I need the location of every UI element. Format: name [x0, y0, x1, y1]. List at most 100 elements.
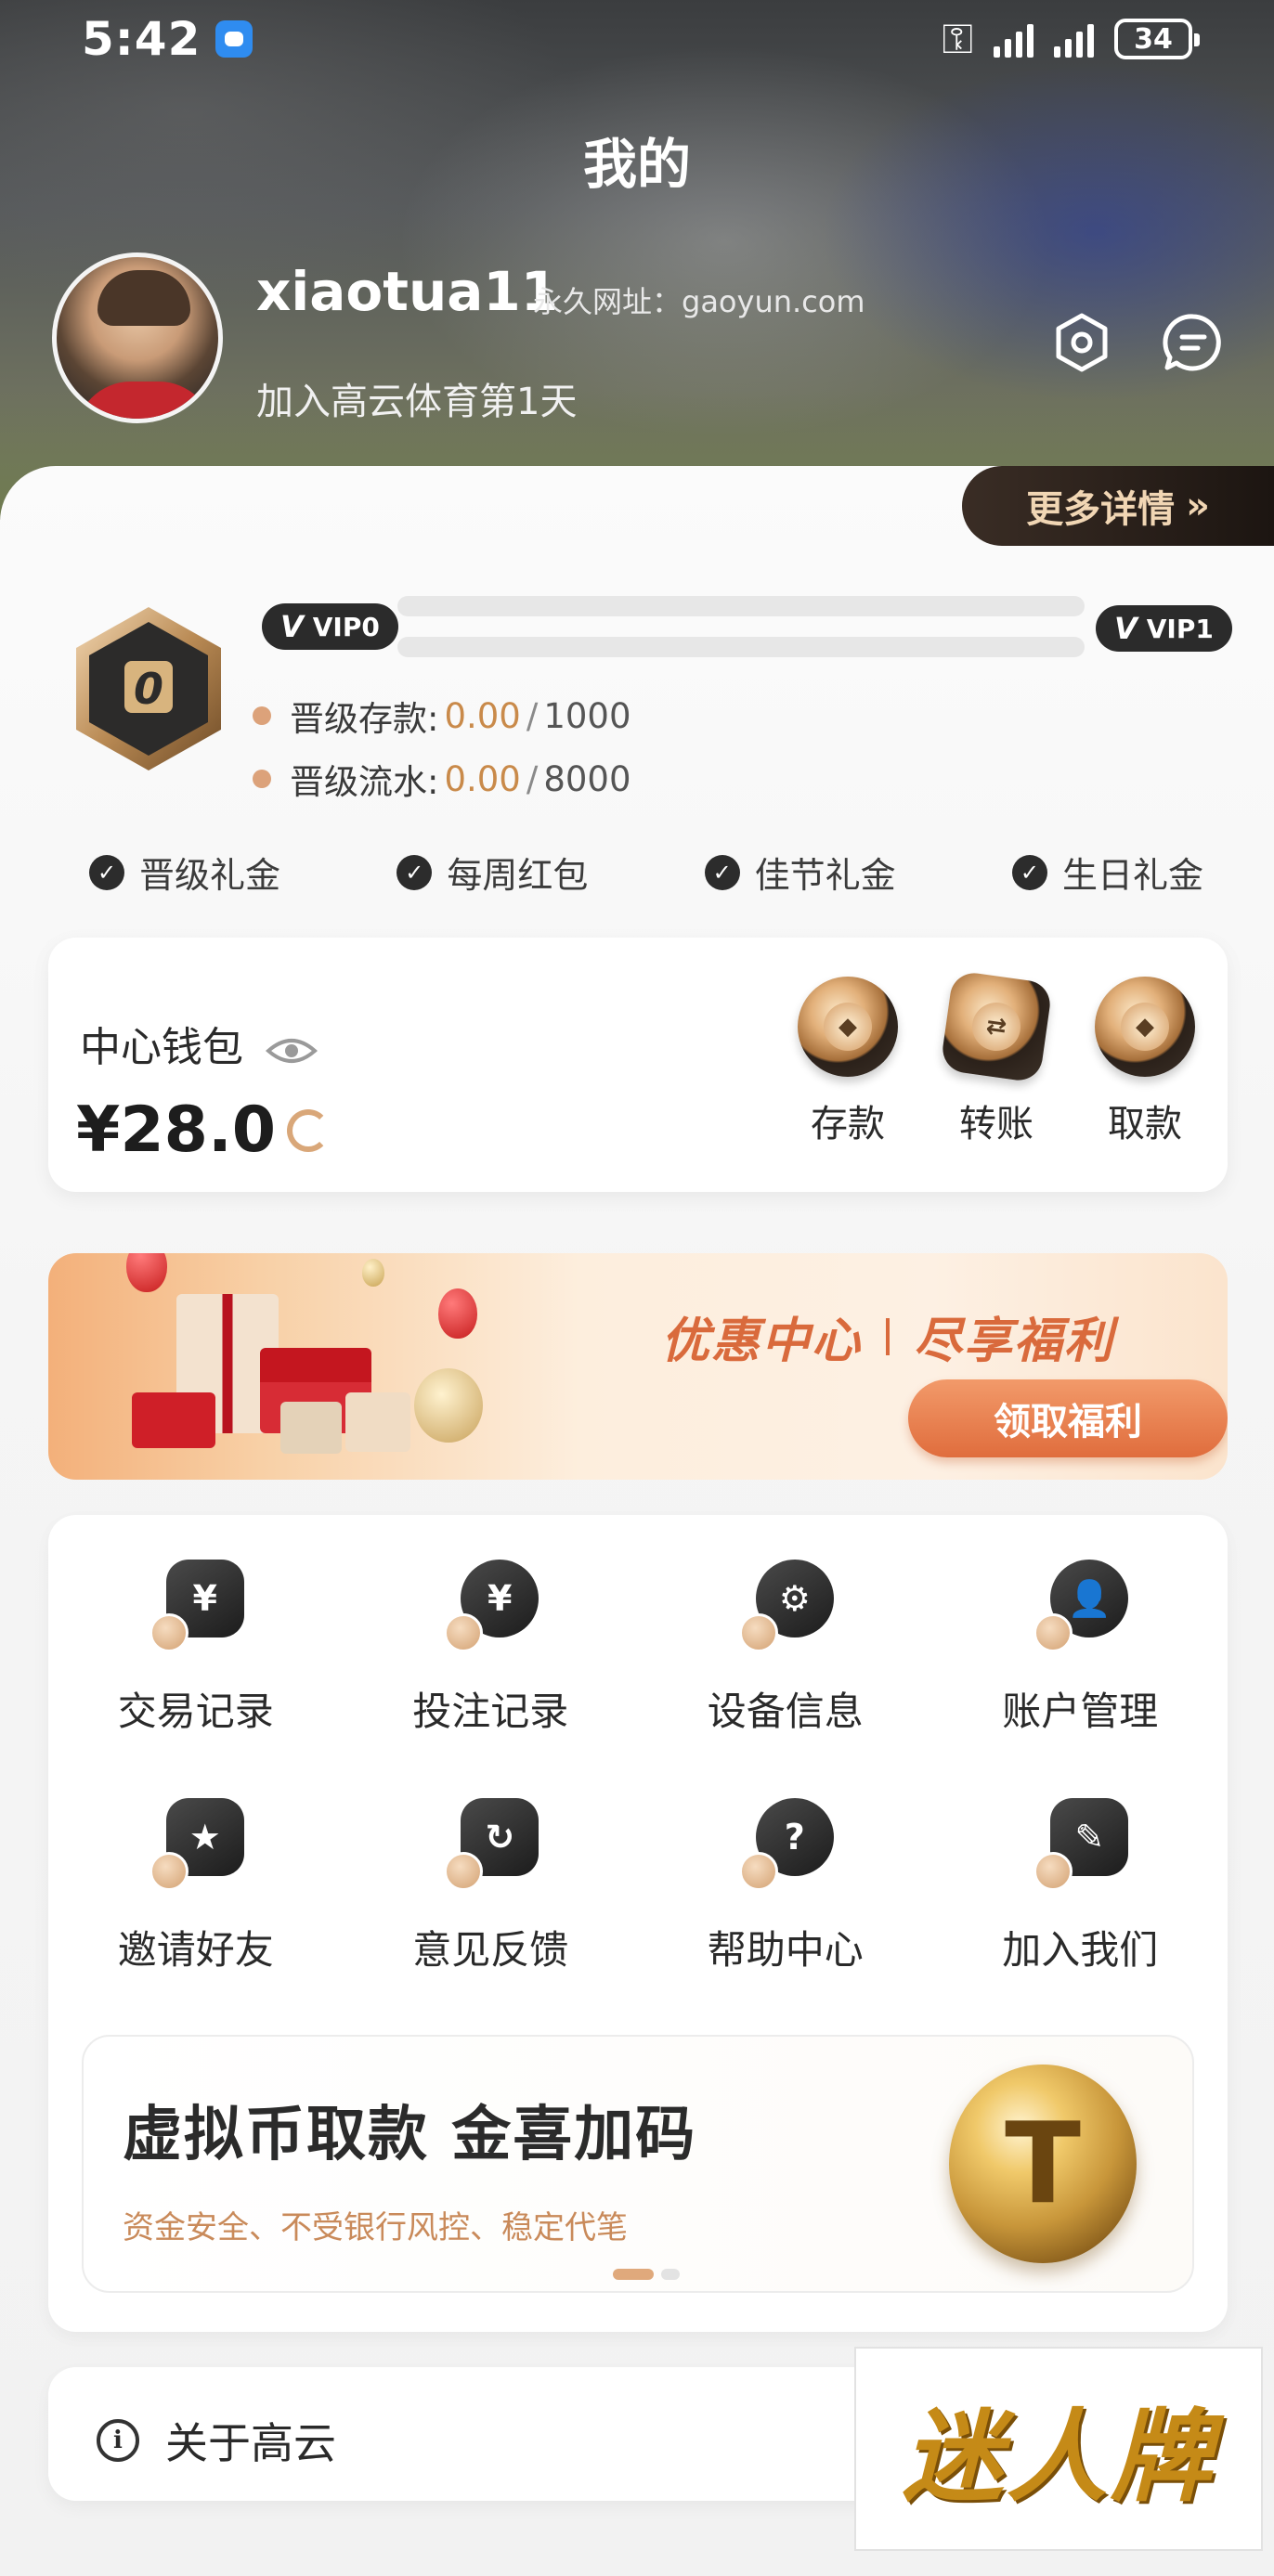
vip-current-level: VIP0: [312, 611, 380, 642]
deposit-coin-icon: ◆: [798, 977, 898, 1077]
grid-item-label: 加入我们: [1002, 1927, 1159, 1973]
tether-coin-icon: T: [949, 2065, 1137, 2263]
check-icon: ✓: [89, 854, 124, 890]
signal-icon: [1054, 20, 1094, 58]
double-chevron-right-icon: »: [1186, 485, 1210, 527]
check-icon: ✓: [1011, 854, 1047, 890]
vip-v-icon: V: [1114, 611, 1138, 646]
settings-icon[interactable]: [1051, 312, 1112, 373]
vip-v-icon: V: [280, 609, 304, 644]
vip-next-tag: V VIP1: [1096, 605, 1232, 652]
upgrade-turnover-target: 8000: [543, 758, 631, 799]
status-bar: 5:42 ⚿ 34: [0, 0, 1274, 78]
function-grid: ¥ 交易记录 ¥ 投注记录 ⚙ 设备信息 👤 账户管理 ★ 邀请好友 ↻ 意见反…: [48, 1560, 1228, 1975]
help-center-button[interactable]: ? 帮助中心: [638, 1798, 933, 1975]
feedback-icon: ↻: [442, 1798, 540, 1895]
perk-item: ✓ 每周红包: [396, 847, 588, 898]
perk-label: 生日礼金: [1061, 855, 1203, 896]
transaction-records-button[interactable]: ¥ 交易记录: [48, 1560, 344, 1737]
upgrade-deposit-row: 晋级存款: 0.00 / 1000: [253, 691, 631, 741]
crypto-withdraw-banner[interactable]: 虚拟币取款 金喜加码 资金安全、不受银行风控、稳定代笔 T: [82, 2035, 1194, 2293]
device-info-icon: ⚙: [737, 1560, 834, 1656]
permanent-url: 永久网址：gaoyun.com: [533, 284, 865, 319]
crypto-banner-title: 虚拟币取款 金喜加码: [123, 2101, 697, 2169]
feedback-button[interactable]: ↻ 意见反馈: [344, 1798, 639, 1975]
vip-next-level: VIP1: [1146, 613, 1214, 644]
bet-records-button[interactable]: ¥ 投注记录: [344, 1560, 639, 1737]
battery-icon: 34: [1114, 19, 1200, 59]
grid-item-label: 帮助中心: [707, 1927, 864, 1973]
vip-current-tag: V VIP0: [262, 603, 398, 650]
info-icon: i: [97, 2419, 139, 2462]
deposit-button[interactable]: ◆ 存款: [797, 977, 899, 1147]
divider: [886, 1317, 890, 1355]
invite-friends-button[interactable]: ★ 邀请好友: [48, 1798, 344, 1975]
gift-box-decoration: [345, 1392, 410, 1452]
promo-title: 优惠中心 尽享福利: [661, 1301, 1114, 1371]
grid-item-label: 交易记录: [117, 1689, 274, 1734]
separator: /: [526, 758, 539, 799]
vip-level-badge: 0: [72, 603, 225, 774]
withdraw-button[interactable]: ◆ 取款: [1094, 977, 1196, 1147]
account-management-icon: 👤: [1032, 1560, 1129, 1656]
gift-box-decoration: [132, 1392, 215, 1448]
message-app-icon: [215, 20, 254, 58]
grid-item-label: 设备信息: [707, 1689, 864, 1734]
perk-item: ✓ 佳节礼金: [704, 847, 896, 898]
perk-label: 每周红包: [447, 855, 589, 896]
vip-perks: ✓ 晋级礼金 ✓ 每周红包 ✓ 佳节礼金 ✓ 生日礼金: [89, 847, 1203, 898]
promo-center-banner[interactable]: 优惠中心 尽享福利 领取福利: [48, 1253, 1228, 1480]
upgrade-turnover-row: 晋级流水: 0.00 / 8000: [253, 754, 631, 804]
deposit-label: 存款: [811, 1103, 885, 1146]
grid-item-label: 意见反馈: [412, 1927, 569, 1973]
help-center-icon: ?: [737, 1798, 834, 1895]
perk-item: ✓ 生日礼金: [1011, 847, 1203, 898]
account-management-button[interactable]: 👤 账户管理: [933, 1560, 1228, 1737]
perk-label: 佳节礼金: [754, 855, 896, 896]
wallet-actions: ◆ 存款 ⇄ 转账 ◆ 取款: [797, 970, 1196, 1147]
join-days: 加入高云体育第1天: [256, 381, 578, 423]
upgrade-turnover-current: 0.00: [444, 758, 521, 799]
wallet-title-row: 中心钱包: [80, 1014, 318, 1073]
promo-title-left: 优惠中心: [661, 1314, 863, 1369]
grid-item-label: 账户管理: [1002, 1689, 1159, 1734]
gift-box-decoration: [280, 1402, 342, 1454]
refresh-icon[interactable]: [287, 1108, 331, 1152]
crypto-banner-subtitle: 资金安全、不受银行风控、稳定代笔: [123, 2209, 628, 2246]
function-grid-card: ¥ 交易记录 ¥ 投注记录 ⚙ 设备信息 👤 账户管理 ★ 邀请好友 ↻ 意见反…: [48, 1515, 1228, 2332]
header-background: [0, 0, 1274, 520]
watermark-logo: 迷人牌: [854, 2347, 1263, 2551]
join-us-button[interactable]: ✎ 加入我们: [933, 1798, 1228, 1975]
device-info-button[interactable]: ⚙ 设备信息: [638, 1560, 933, 1737]
bullet-dot: [253, 706, 271, 725]
gift-decoration: [414, 1368, 483, 1443]
withdraw-label: 取款: [1108, 1103, 1182, 1146]
claim-benefits-button[interactable]: 领取福利: [908, 1379, 1228, 1457]
perk-label: 晋级礼金: [139, 855, 281, 896]
bet-records-icon: ¥: [442, 1560, 540, 1656]
more-details-button[interactable]: 更多详情 »: [962, 466, 1274, 546]
check-icon: ✓: [704, 854, 740, 890]
message-icon[interactable]: [1163, 312, 1224, 373]
separator: /: [526, 695, 539, 736]
key-icon: ⚿: [942, 15, 973, 63]
promo-title-right: 尽享福利: [914, 1314, 1115, 1369]
upgrade-deposit-label: 晋级存款:: [290, 699, 439, 739]
transfer-coin-icon: ⇄: [940, 970, 1053, 1083]
carousel-indicator: [613, 2269, 680, 2280]
vip-badge-number: 0: [134, 664, 163, 714]
eye-icon[interactable]: [265, 1029, 318, 1063]
avatar[interactable]: [52, 252, 223, 423]
invite-friends-icon: ★: [148, 1798, 244, 1895]
username: xiaotua11: [256, 260, 559, 323]
transfer-button[interactable]: ⇄ 转账: [940, 970, 1053, 1147]
join-us-icon: ✎: [1032, 1798, 1129, 1895]
wallet-balance-row: ¥28.0: [76, 1094, 331, 1167]
upgrade-turnover-label: 晋级流水:: [290, 762, 439, 802]
check-icon: ✓: [396, 854, 433, 890]
more-details-label: 更多详情: [1026, 488, 1176, 531]
center-wallet-card: 中心钱包 ¥28.0 ◆ 存款 ⇄ 转账 ◆ 取款: [48, 938, 1228, 1192]
upgrade-deposit-target: 1000: [543, 695, 631, 736]
carousel-dot-active: [613, 2269, 654, 2280]
upgrade-deposit-current: 0.00: [444, 695, 521, 736]
